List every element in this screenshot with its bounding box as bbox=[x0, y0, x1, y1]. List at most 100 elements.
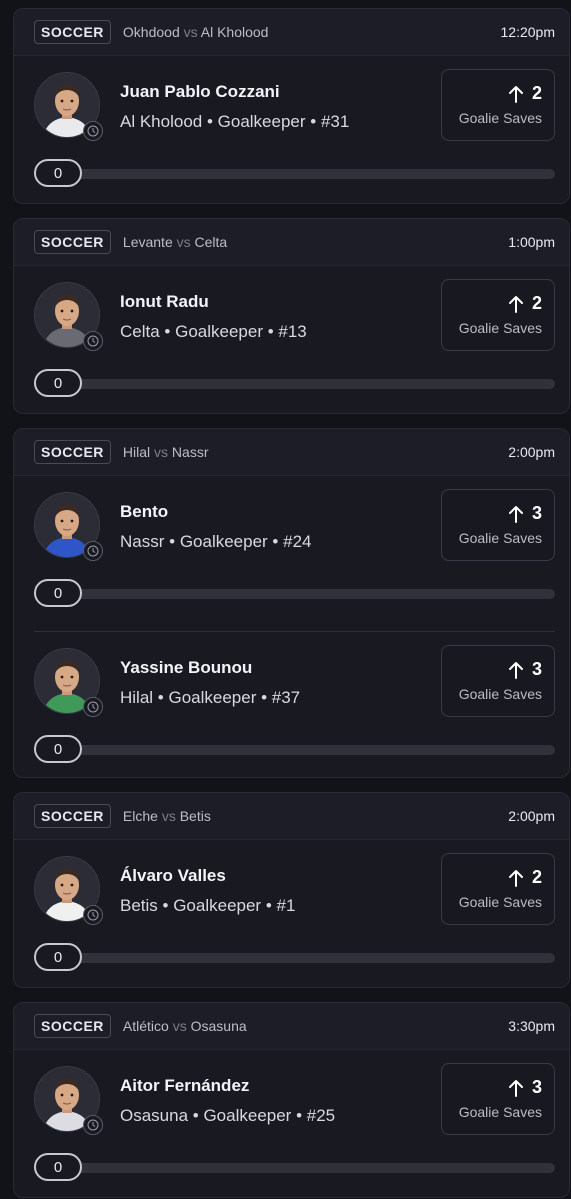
player-name: Bento bbox=[120, 502, 169, 521]
progress-value: 0 bbox=[34, 943, 82, 971]
arrow-up-icon bbox=[508, 85, 524, 103]
sport-badge: SOCCER bbox=[34, 1014, 111, 1038]
game-card: SOCCER Atlético vs Osasuna 3:30pm Aitor Fer… bbox=[13, 1002, 570, 1198]
stat-projection-button[interactable]: 2 Goalie Saves bbox=[441, 279, 555, 351]
stat-value: 3 bbox=[531, 503, 542, 523]
player-position: Goalkeeper bbox=[168, 688, 257, 707]
player-name: Yassine Bounou bbox=[120, 658, 253, 677]
player-row: Aitor Fernández Osasuna • Goalkeeper • #2… bbox=[14, 1050, 569, 1197]
stat-value: 3 bbox=[531, 659, 542, 679]
game-time: 3:30pm bbox=[508, 1018, 555, 1034]
matchup: Atlético vs Osasuna bbox=[123, 1018, 247, 1034]
game-header: SOCCER Okhdood vs Al Kholood 12:20pm bbox=[14, 9, 569, 56]
progress-track bbox=[74, 1163, 555, 1173]
stat-projection-button[interactable]: 2 Goalie Saves bbox=[441, 853, 555, 925]
player-position: Goalkeeper bbox=[173, 896, 262, 915]
player-row: Yassine Bounou Hilal • Goalkeeper • #37 3 G… bbox=[34, 631, 555, 777]
progress-value: 0 bbox=[34, 735, 82, 763]
player-name: Juan Pablo Cozzani bbox=[120, 82, 280, 101]
stat-line: 2 bbox=[508, 293, 542, 314]
stat-line: 3 bbox=[508, 503, 542, 524]
progress-bar: 0 bbox=[34, 1153, 555, 1183]
stat-line: 3 bbox=[508, 1077, 542, 1098]
away-team: Al Kholood bbox=[200, 24, 269, 40]
clock-icon bbox=[83, 121, 103, 141]
stat-projection-button[interactable]: 3 Goalie Saves bbox=[441, 1063, 555, 1135]
player-team: Nassr bbox=[120, 532, 165, 551]
matchup: Okhdood vs Al Kholood bbox=[123, 24, 269, 40]
away-team: Celta bbox=[194, 234, 228, 250]
game-time: 2:00pm bbox=[508, 808, 555, 824]
stat-label: Goalie Saves bbox=[458, 530, 542, 546]
game-card: SOCCER Elche vs Betis 2:00pm Álvaro Valles B… bbox=[13, 792, 570, 988]
vs-label: vs bbox=[183, 24, 198, 40]
stat-projection-button[interactable]: 3 Goalie Saves bbox=[441, 645, 555, 717]
stat-line: 2 bbox=[508, 867, 542, 888]
player-avatar bbox=[34, 72, 103, 141]
stat-value: 3 bbox=[531, 1077, 542, 1097]
clock-icon bbox=[83, 1115, 103, 1135]
clock-icon bbox=[83, 905, 103, 925]
arrow-up-icon bbox=[508, 661, 524, 679]
arrow-up-icon bbox=[508, 295, 524, 313]
sport-badge: SOCCER bbox=[34, 804, 111, 828]
game-header: SOCCER Levante vs Celta 1:00pm bbox=[14, 219, 569, 266]
vs-label: vs bbox=[172, 1018, 187, 1034]
player-number: #24 bbox=[283, 532, 312, 551]
progress-track bbox=[74, 169, 555, 179]
away-team: Osasuna bbox=[190, 1018, 247, 1034]
home-team: Atlético bbox=[122, 1018, 169, 1034]
stat-label: Goalie Saves bbox=[458, 686, 542, 702]
player-meta: Osasuna • Goalkeeper • #25 bbox=[120, 1106, 336, 1125]
progress-track bbox=[74, 953, 555, 963]
clock-icon bbox=[83, 541, 103, 561]
player-avatar bbox=[34, 856, 103, 925]
game-time: 12:20pm bbox=[500, 24, 555, 40]
player-name: Ionut Radu bbox=[120, 292, 209, 311]
player-meta: Al Kholood • Goalkeeper • #31 bbox=[120, 112, 350, 131]
clock-icon bbox=[83, 697, 103, 717]
progress-value: 0 bbox=[34, 159, 82, 187]
player-number: #13 bbox=[278, 322, 307, 341]
progress-bar: 0 bbox=[34, 159, 555, 189]
player-number: #37 bbox=[271, 688, 301, 707]
progress-track bbox=[74, 745, 555, 755]
player-number: #31 bbox=[320, 112, 350, 131]
game-time: 2:00pm bbox=[508, 444, 555, 460]
player-meta: Celta • Goalkeeper • #13 bbox=[120, 322, 307, 341]
away-team: Betis bbox=[179, 808, 211, 824]
matchup: Elche vs Betis bbox=[123, 808, 211, 824]
progress-value: 0 bbox=[34, 1153, 82, 1181]
player-avatar bbox=[34, 1066, 103, 1135]
progress-bar: 0 bbox=[34, 579, 555, 609]
stat-line: 3 bbox=[508, 659, 542, 680]
game-card: SOCCER Okhdood vs Al Kholood 12:20pm Juan P… bbox=[13, 8, 570, 204]
player-avatar bbox=[34, 648, 103, 717]
away-team: Nassr bbox=[171, 444, 209, 460]
sport-badge: SOCCER bbox=[34, 440, 111, 464]
stat-value: 2 bbox=[531, 83, 542, 103]
stat-projection-button[interactable]: 3 Goalie Saves bbox=[441, 489, 555, 561]
player-position: Goalkeeper bbox=[175, 322, 263, 341]
game-time: 1:00pm bbox=[508, 234, 555, 250]
player-team: Celta bbox=[120, 322, 160, 341]
matchup: Levante vs Celta bbox=[123, 234, 227, 250]
progress-bar: 0 bbox=[34, 369, 555, 399]
sport-badge: SOCCER bbox=[34, 230, 111, 254]
stat-label: Goalie Saves bbox=[458, 1104, 542, 1120]
stat-label: Goalie Saves bbox=[458, 320, 542, 336]
player-team: Osasuna bbox=[120, 1106, 189, 1125]
game-card: SOCCER Levante vs Celta 1:00pm Ionut Radu Ce… bbox=[13, 218, 570, 414]
player-number: #25 bbox=[306, 1106, 336, 1125]
player-avatar bbox=[34, 492, 103, 561]
stat-value: 2 bbox=[531, 293, 542, 313]
stat-projection-button[interactable]: 2 Goalie Saves bbox=[441, 69, 555, 141]
game-card: SOCCER Hilal vs Nassr 2:00pm Bento Nassr • G… bbox=[13, 428, 570, 778]
player-position: Goalkeeper bbox=[217, 112, 306, 131]
player-position: Goalkeeper bbox=[179, 532, 268, 551]
game-header: SOCCER Elche vs Betis 2:00pm bbox=[14, 793, 569, 840]
sport-badge: SOCCER bbox=[34, 20, 111, 44]
home-team: Okhdood bbox=[122, 24, 180, 40]
player-name: Álvaro Valles bbox=[120, 866, 226, 885]
stat-value: 2 bbox=[531, 867, 542, 887]
